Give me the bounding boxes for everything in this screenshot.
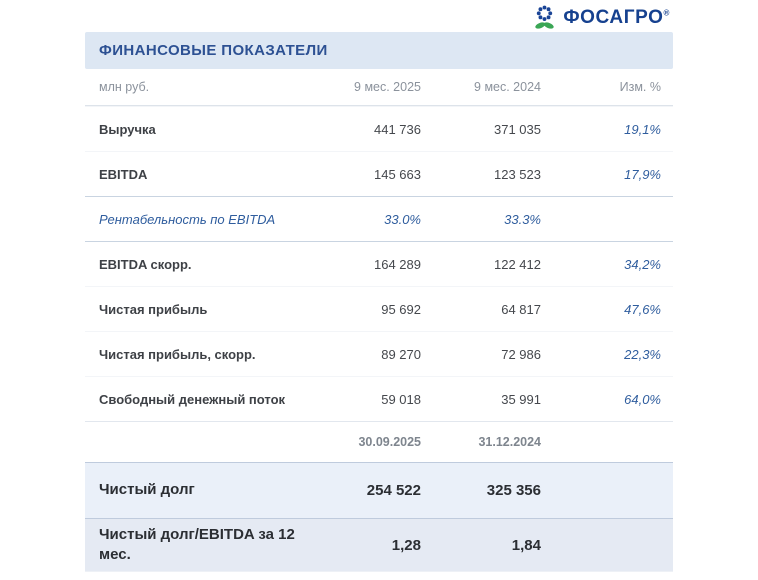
date-header-row: 30.09.2025 31.12.2024: [85, 421, 673, 462]
value-change: 22,3%: [541, 347, 661, 362]
row-label: EBITDA: [99, 167, 301, 182]
value-change: 19,1%: [541, 122, 661, 137]
value-2024: 371 035: [421, 122, 541, 137]
value-change: 47,6%: [541, 302, 661, 317]
value-change: 34,2%: [541, 257, 661, 272]
row-label: EBITDA скорр.: [99, 257, 301, 272]
value-2025: 145 663: [301, 167, 421, 182]
col-header-2024: 9 мес. 2024: [421, 80, 541, 94]
value-2025: 95 692: [301, 302, 421, 317]
panel-title-bar: ФИНАНСОВЫЕ ПОКАЗАТЕЛИ: [85, 32, 673, 69]
value-2: 325 356: [421, 482, 541, 499]
flower-icon: [531, 4, 558, 31]
table-row-ebitda-margin: Рентабельность по EBITDA 33.0% 33.3%: [85, 196, 673, 241]
value-change: 64,0%: [541, 392, 661, 407]
panel-title: ФИНАНСОВЫЕ ПОКАЗАТЕЛИ: [99, 42, 328, 59]
row-label: Чистый долг: [99, 480, 301, 500]
table-row-net-profit: Чистая прибыль 95 692 64 817 47,6%: [85, 286, 673, 331]
table-row-free-cash-flow: Свободный денежный поток 59 018 35 991 6…: [85, 376, 673, 421]
value-2024: 123 523: [421, 167, 541, 182]
row-label: Чистый долг/EBITDA за 12 мес.: [99, 525, 301, 566]
value-2025: 441 736: [301, 122, 421, 137]
table-row-net-debt: Чистый долг 254 522 325 356: [85, 462, 673, 518]
value-2025: 164 289: [301, 257, 421, 272]
table-row-ebitda: EBITDA 145 663 123 523 17,9%: [85, 151, 673, 196]
row-label: Рентабельность по EBITDA: [99, 212, 301, 227]
unit-header: млн руб.: [99, 80, 301, 94]
value-2024: 122 412: [421, 257, 541, 272]
financials-panel: ФИНАНСОВЫЕ ПОКАЗАТЕЛИ млн руб. 9 мес. 20…: [85, 32, 673, 572]
value-2024: 72 986: [421, 347, 541, 362]
row-label: Свободный денежный поток: [99, 392, 301, 407]
date-header-2024: 31.12.2024: [421, 435, 541, 449]
table-row-revenue: Выручка 441 736 371 035 19,1%: [85, 106, 673, 151]
row-label: Чистая прибыль, скорр.: [99, 347, 301, 362]
value-2024: 35 991: [421, 392, 541, 407]
value-2: 1,84: [421, 537, 541, 554]
logo-wordmark: ФОСАГРО®: [563, 8, 670, 27]
table-header-row: млн руб. 9 мес. 2025 9 мес. 2024 Изм. %: [85, 69, 673, 106]
row-label: Выручка: [99, 122, 301, 137]
value-2024: 64 817: [421, 302, 541, 317]
value-1: 254 522: [301, 482, 421, 499]
table-row-ebitda-adj: EBITDA скорр. 164 289 122 412 34,2%: [85, 241, 673, 286]
value-change: 17,9%: [541, 167, 661, 182]
date-header-2025: 30.09.2025: [301, 435, 421, 449]
row-label: Чистая прибыль: [99, 302, 301, 317]
trademark-symbol: ®: [664, 9, 671, 18]
col-header-2025: 9 мес. 2025: [301, 80, 421, 94]
phosagro-logo: ФОСАГРО®: [531, 4, 670, 31]
col-header-change: Изм. %: [541, 80, 661, 94]
table-row-net-debt-ebitda: Чистый долг/EBITDA за 12 мес. 1,28 1,84: [85, 518, 673, 572]
value-2025: 59 018: [301, 392, 421, 407]
value-1: 1,28: [301, 537, 421, 554]
value-2025: 89 270: [301, 347, 421, 362]
value-2025: 33.0%: [301, 212, 421, 227]
table-row-net-profit-adj: Чистая прибыль, скорр. 89 270 72 986 22,…: [85, 331, 673, 376]
value-2024: 33.3%: [421, 212, 541, 227]
